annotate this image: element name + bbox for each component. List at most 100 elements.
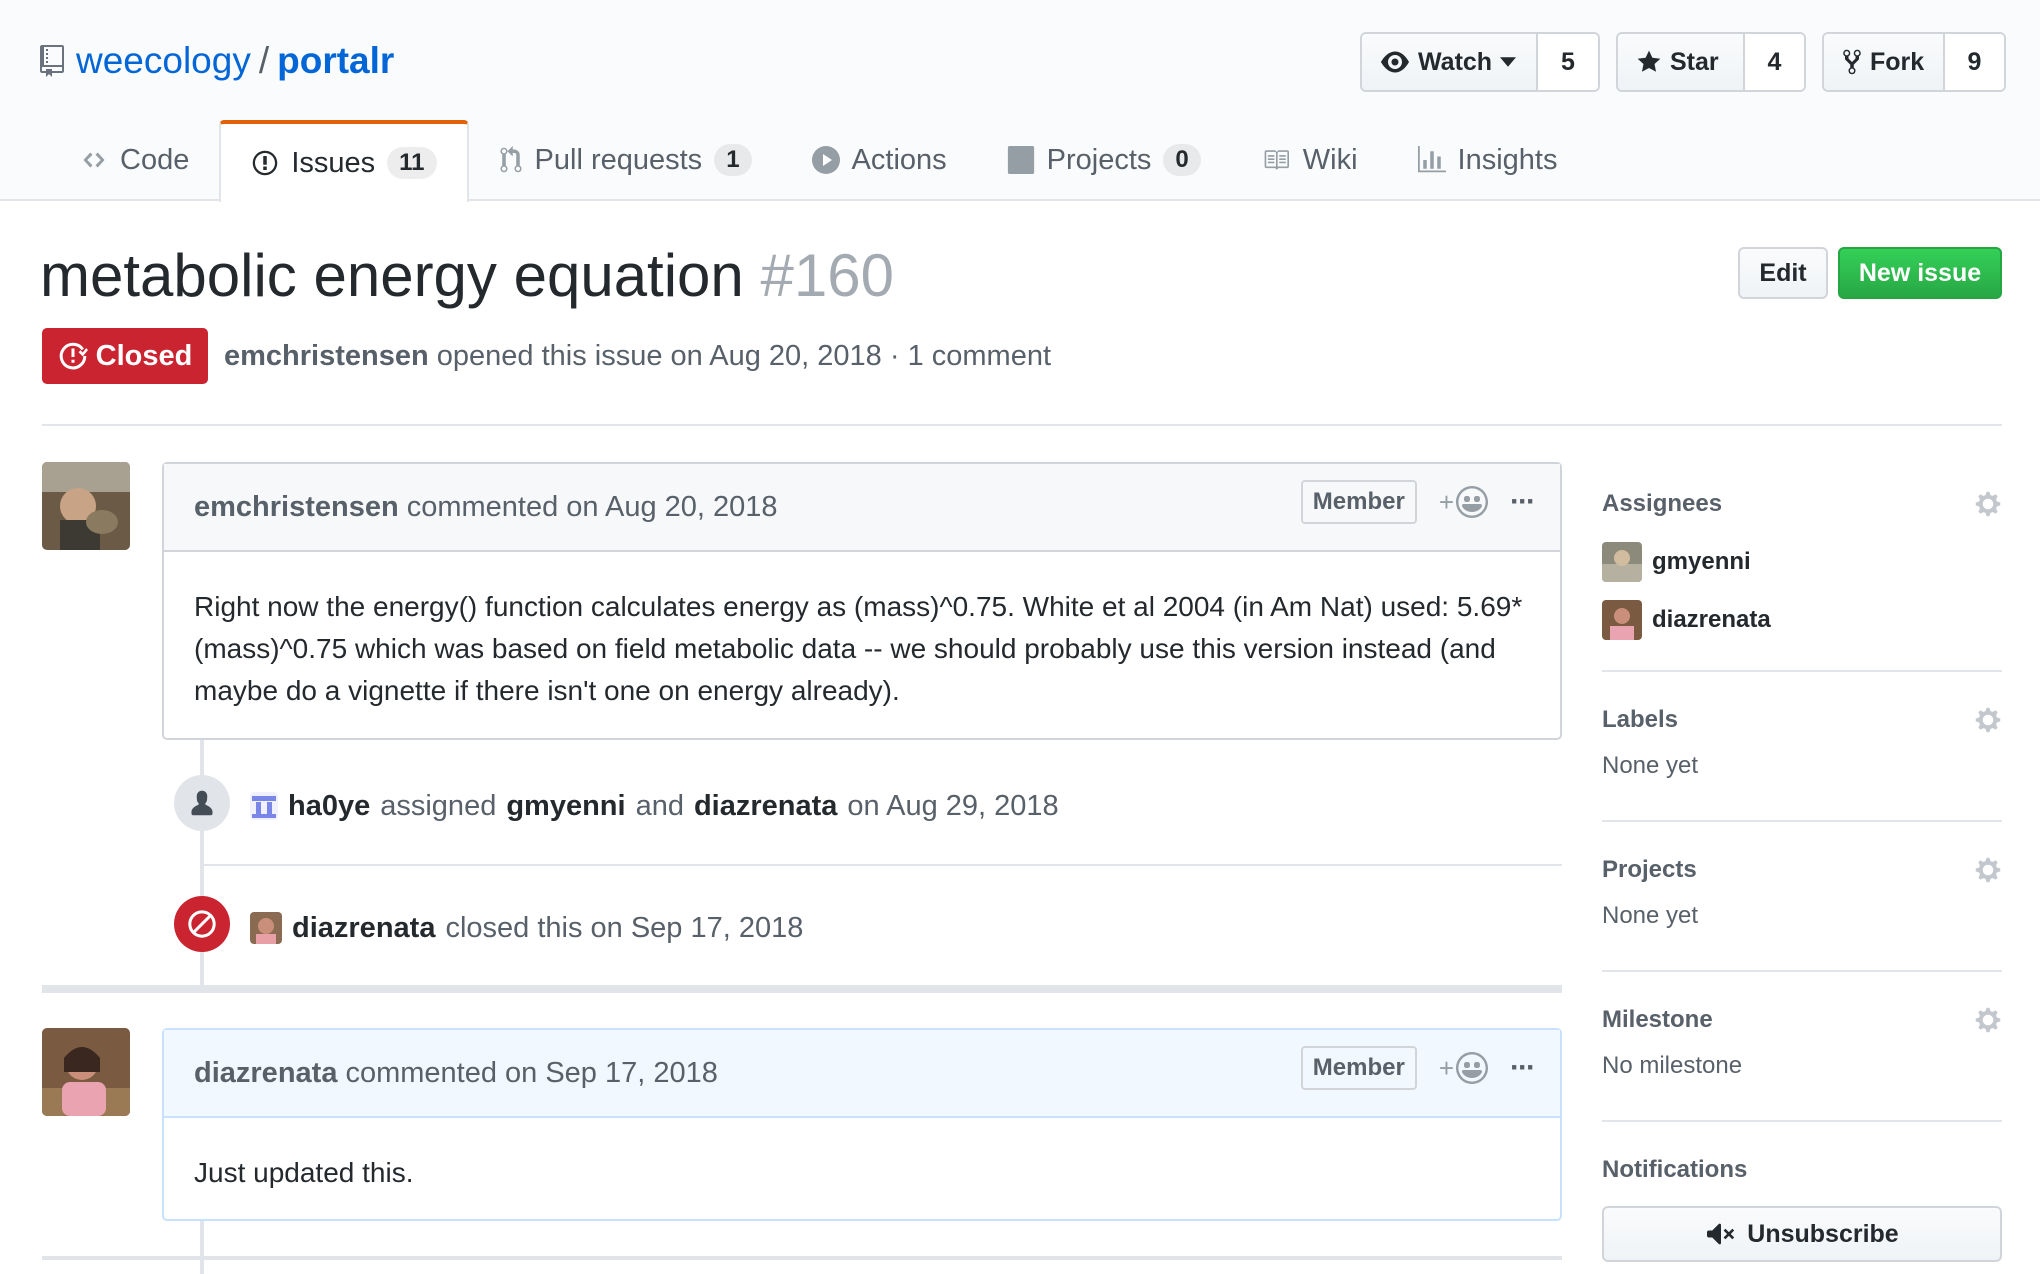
comment-box: emchristensen commented on Aug 20, 2018 …: [162, 462, 1562, 740]
avatar[interactable]: [250, 792, 278, 820]
timeline-line: [200, 740, 204, 780]
repo-name-link[interactable]: portalr: [277, 40, 394, 82]
timeline-separator: [42, 1256, 1562, 1260]
unsubscribe-label: Unsubscribe: [1747, 1219, 1899, 1248]
person-icon: [190, 789, 214, 817]
issue-closed-icon: [58, 341, 88, 371]
projects-value: None yet: [1602, 902, 1699, 929]
chevron-down-icon: [1500, 57, 1517, 67]
fork-button[interactable]: Fork: [1824, 34, 1943, 90]
tab-wiki-label: Wiki: [1302, 143, 1358, 176]
comment-timestamp[interactable]: commented on Aug 20, 2018: [407, 491, 778, 524]
sidebar-heading-label: Milestone: [1602, 1006, 1713, 1033]
watch-button[interactable]: Watch: [1362, 34, 1536, 90]
tab-issues-label: Issues: [291, 146, 376, 179]
event-date[interactable]: on Aug 29, 2018: [847, 790, 1058, 823]
assignee-link[interactable]: diazrenata: [694, 790, 837, 823]
labels-value: None yet: [1602, 752, 1699, 779]
comment-author-link[interactable]: diazrenata: [194, 1057, 337, 1090]
watch-label: Watch: [1418, 47, 1493, 76]
tab-code[interactable]: Code: [50, 120, 219, 200]
star-count[interactable]: 4: [1742, 34, 1804, 90]
comment-timestamp[interactable]: commented on Sep 17, 2018: [345, 1057, 717, 1090]
repo-header: weecology / portalr Watch 5 Star 4 Fork …: [0, 0, 2040, 202]
sidebar-assignees: Assignees gmyenni diazrenata: [1602, 484, 2002, 640]
sidebar-projects-heading[interactable]: Projects: [1602, 850, 2002, 890]
gear-icon[interactable]: [1974, 1006, 2002, 1034]
event-actor-link[interactable]: diazrenata: [292, 912, 435, 945]
repo-nav-tabs: Code Issues 11 Pull requests 1 Actions P…: [50, 120, 1588, 202]
tab-insights-label: Insights: [1457, 143, 1558, 176]
add-reaction-button[interactable]: +: [1439, 486, 1489, 518]
unsubscribe-button[interactable]: Unsubscribe: [1602, 1206, 2002, 1262]
comment-actions: Member + ···: [1300, 1046, 1536, 1090]
sidebar-divider: [1602, 670, 2002, 672]
star-button[interactable]: Star: [1618, 34, 1743, 90]
gear-icon[interactable]: [1974, 856, 2002, 884]
milestone-value: No milestone: [1602, 1052, 1743, 1079]
tab-pull-requests[interactable]: Pull requests 1: [469, 120, 782, 200]
avatar[interactable]: [250, 912, 282, 944]
sidebar-milestone: Milestone No milestone: [1602, 1000, 2002, 1080]
fork-count[interactable]: 9: [1942, 34, 2004, 90]
kebab-icon[interactable]: ···: [1510, 1051, 1536, 1085]
tab-code-label: Code: [120, 143, 190, 176]
tab-projects-count: 0: [1163, 144, 1201, 176]
repo-separator: /: [258, 40, 270, 81]
comment-author-link[interactable]: emchristensen: [194, 491, 399, 524]
assigned-event: ha0ye assigned gmyenni and diazrenata on…: [250, 786, 1059, 826]
issue-number: #160: [760, 242, 894, 309]
avatar: [1602, 600, 1642, 640]
tab-projects[interactable]: Projects 0: [977, 120, 1231, 200]
sidebar-heading-label: Assignees: [1602, 490, 1723, 517]
play-icon: [811, 146, 840, 174]
sidebar-assignees-heading[interactable]: Assignees: [1602, 484, 2002, 524]
status-badge-label: Closed: [95, 339, 193, 372]
tab-issues[interactable]: Issues 11: [219, 120, 469, 202]
plus-label: +: [1438, 1052, 1455, 1083]
tab-wiki[interactable]: Wiki: [1231, 120, 1388, 200]
assignee-item[interactable]: diazrenata: [1602, 600, 2002, 640]
comment-body: Just updated this.: [194, 1157, 414, 1188]
issue-author-link[interactable]: emchristensen: [224, 340, 429, 372]
event-actor-link[interactable]: ha0ye: [288, 790, 370, 823]
assignee-name: gmyenni: [1652, 548, 1751, 575]
project-icon: [1007, 146, 1035, 174]
sidebar-milestone-heading[interactable]: Milestone: [1602, 1000, 2002, 1040]
gear-icon[interactable]: [1974, 490, 2002, 518]
assignee-link[interactable]: gmyenni: [506, 790, 625, 823]
closed-event-badge: [174, 896, 230, 952]
avatar[interactable]: [42, 462, 130, 550]
sidebar-heading-label: Notifications: [1602, 1156, 1748, 1183]
sidebar-divider: [1602, 820, 2002, 822]
repo-forked-icon: [1842, 48, 1862, 76]
tab-actions[interactable]: Actions: [782, 120, 977, 200]
tab-pull-requests-label: Pull requests: [534, 143, 703, 176]
header-divider: [42, 424, 2002, 426]
assignee-item[interactable]: gmyenni: [1602, 542, 2002, 582]
person-event-badge: [174, 775, 230, 831]
event-conjunction: and: [635, 789, 684, 822]
avatar[interactable]: [42, 1028, 130, 1116]
star-label: Star: [1670, 47, 1719, 76]
sidebar-heading-label: Projects: [1602, 856, 1697, 883]
eye-icon: [1380, 48, 1410, 76]
new-issue-button[interactable]: New issue: [1838, 247, 2002, 299]
sidebar-notifications-heading: Notifications: [1602, 1150, 2002, 1190]
sidebar-divider: [1602, 1120, 2002, 1122]
closed-event: diazrenata closed this on Sep 17, 2018: [250, 908, 803, 948]
repo-owner-link[interactable]: weecology: [76, 40, 251, 82]
avatar: [1602, 542, 1642, 582]
member-badge: Member: [1300, 480, 1417, 524]
tab-insights[interactable]: Insights: [1388, 120, 1588, 200]
comment-header: emchristensen commented on Aug 20, 2018 …: [164, 464, 1560, 552]
sidebar-labels-heading[interactable]: Labels: [1602, 700, 2002, 740]
issue-title-text: metabolic energy equation: [40, 242, 744, 309]
kebab-icon[interactable]: ···: [1510, 485, 1536, 519]
fork-button-group: Fork 9: [1822, 32, 2006, 92]
gear-icon[interactable]: [1974, 706, 2002, 734]
watch-count[interactable]: 5: [1536, 34, 1598, 90]
add-reaction-button[interactable]: +: [1438, 1052, 1489, 1084]
member-badge: Member: [1300, 1046, 1417, 1090]
edit-button[interactable]: Edit: [1738, 247, 1828, 299]
